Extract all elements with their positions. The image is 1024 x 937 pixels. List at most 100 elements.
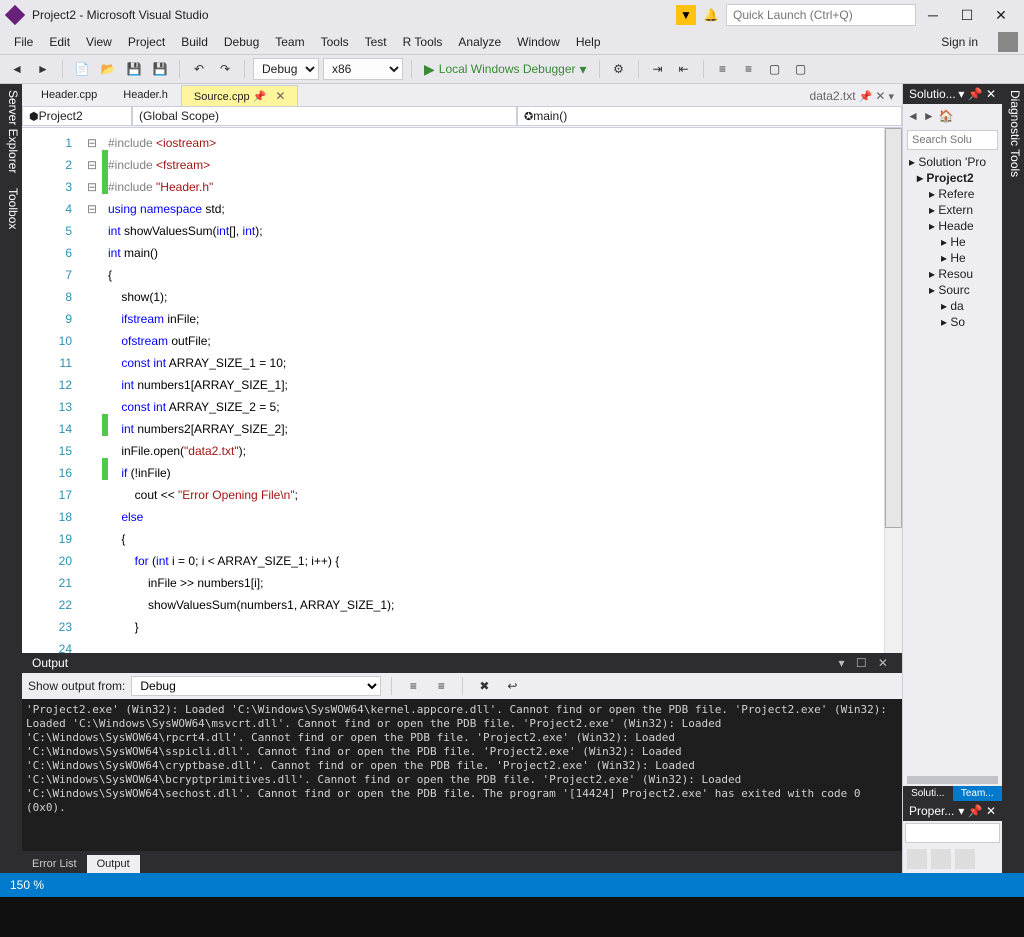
quick-launch-input[interactable] — [726, 4, 916, 26]
output-from-select[interactable]: Debug — [131, 676, 381, 696]
minimize-button[interactable]: ─ — [916, 2, 950, 28]
user-icon[interactable] — [998, 32, 1018, 52]
menu-rtools[interactable]: R Tools — [395, 33, 451, 51]
server-explorer-tab[interactable]: Server Explorer — [6, 90, 20, 173]
menu-test[interactable]: Test — [357, 33, 395, 51]
outdent-icon[interactable]: ≡ — [738, 58, 760, 80]
output-tabs: Error List Output — [22, 851, 902, 873]
search-solution-input[interactable] — [907, 130, 998, 150]
toolbar-btn[interactable]: ⚙ — [608, 58, 630, 80]
menu-help[interactable]: Help — [568, 33, 609, 51]
menu-team[interactable]: Team — [267, 33, 312, 51]
sign-in-link[interactable]: Sign in — [933, 33, 986, 51]
left-tool-strip: Server Explorer Toolbox — [0, 84, 22, 873]
notifications-icon[interactable]: 🔔 — [700, 4, 722, 26]
tree-item[interactable]: ▸ He — [903, 234, 1002, 250]
nav-fwd-icon[interactable]: ► — [923, 109, 935, 123]
tree-item[interactable]: ▸ Extern — [903, 202, 1002, 218]
tree-item[interactable]: ▸ Heade — [903, 218, 1002, 234]
tree-item[interactable]: ▸ Refere — [903, 186, 1002, 202]
menu-view[interactable]: View — [78, 33, 120, 51]
menu-window[interactable]: Window — [509, 33, 568, 51]
nav-fwd-icon[interactable]: ► — [32, 58, 54, 80]
nav-back-icon[interactable]: ◄ — [907, 109, 919, 123]
tree-item[interactable]: ▸ Solution 'Pro — [903, 154, 1002, 170]
alphabetical-icon[interactable] — [931, 849, 951, 869]
tab-data2[interactable]: data2.txt 📌 ✕ ▾ — [802, 86, 902, 106]
document-tabstrip: Header.cppHeader.hSource.cpp 📌 ✕ data2.t… — [22, 84, 902, 106]
project-scope[interactable]: ⬢ Project2 — [22, 106, 132, 126]
tree-item[interactable]: ▸ Resou — [903, 266, 1002, 282]
nav-back-icon[interactable]: ◄ — [6, 58, 28, 80]
comment-icon[interactable]: ▢ — [764, 58, 786, 80]
menu-analyze[interactable]: Analyze — [450, 33, 509, 51]
output-pane: Output▾ ☐ ✕ Show output from: Debug ≡ ≡ … — [22, 653, 902, 873]
menu-project[interactable]: Project — [120, 33, 173, 51]
menu-debug[interactable]: Debug — [216, 33, 267, 51]
tree-item[interactable]: ▸ Sourc — [903, 282, 1002, 298]
output-tool-icon[interactable]: ≡ — [402, 675, 424, 697]
menu-tools[interactable]: Tools — [313, 33, 357, 51]
window-title: Project2 - Microsoft Visual Studio — [32, 8, 676, 22]
redo-icon[interactable]: ↷ — [214, 58, 236, 80]
menu-edit[interactable]: Edit — [41, 33, 78, 51]
scope-left[interactable]: (Global Scope) — [132, 106, 517, 126]
scope-right[interactable]: ✪ main() — [517, 106, 902, 126]
solution-tree[interactable]: ▸ Solution 'Pro▸ Project2▸ Refere▸ Exter… — [903, 152, 1002, 774]
new-project-icon[interactable]: 📄 — [71, 58, 93, 80]
team-tab[interactable]: Team... — [953, 786, 1003, 801]
output-wrap-icon[interactable]: ↩ — [501, 675, 523, 697]
step-into-icon[interactable]: ⇥ — [647, 58, 669, 80]
prop-pages-icon[interactable] — [955, 849, 975, 869]
code-editor[interactable]: 1234567891011121314151617181920212223242… — [22, 128, 902, 653]
save-all-icon[interactable]: 💾 — [149, 58, 171, 80]
horizontal-scrollbar[interactable] — [907, 776, 998, 784]
close-button[interactable]: ✕ — [984, 2, 1018, 28]
categorized-icon[interactable] — [907, 849, 927, 869]
open-icon[interactable]: 📂 — [97, 58, 119, 80]
undo-icon[interactable]: ↶ — [188, 58, 210, 80]
zoom-level[interactable]: 150 % — [10, 878, 44, 892]
properties-title: Proper... — [909, 804, 954, 818]
output-tool-icon[interactable]: ≡ — [430, 675, 452, 697]
tree-item[interactable]: ▸ Project2 — [903, 170, 1002, 186]
tab-source-cpp[interactable]: Source.cpp 📌 ✕ — [181, 85, 299, 106]
platform-select[interactable]: x86 — [323, 58, 403, 80]
solution-explorer-title: Solutio... — [909, 87, 956, 101]
menu-bar: FileEditViewProjectBuildDebugTeamToolsTe… — [0, 30, 1024, 54]
indent-icon[interactable]: ≡ — [712, 58, 734, 80]
solution-tab[interactable]: Soluti... — [903, 786, 953, 801]
save-icon[interactable]: 💾 — [123, 58, 145, 80]
feedback-icon[interactable]: ▼ — [676, 5, 696, 25]
nav-bar: ⬢ Project2 (Global Scope) ✪ main() — [22, 106, 902, 128]
config-select[interactable]: Debug — [253, 58, 319, 80]
maximize-button[interactable]: ☐ — [950, 2, 984, 28]
uncomment-icon[interactable]: ▢ — [790, 58, 812, 80]
tree-item[interactable]: ▸ da — [903, 298, 1002, 314]
panel-controls[interactable]: ▾ 📌 ✕ — [958, 804, 996, 818]
tab-header-h[interactable]: Header.h — [110, 85, 181, 106]
output-text[interactable]: 'Project2.exe' (Win32): Loaded 'C:\Windo… — [22, 699, 902, 851]
panel-controls[interactable]: ▾ 📌 ✕ — [958, 87, 996, 101]
menu-file[interactable]: File — [6, 33, 41, 51]
tree-item[interactable]: ▸ He — [903, 250, 1002, 266]
toolbox-tab[interactable]: Toolbox — [6, 188, 20, 229]
output-pane-controls[interactable]: ▾ ☐ ✕ — [838, 656, 892, 670]
right-tool-strip: Diagnostic Tools — [1002, 84, 1024, 873]
output-title: Output — [32, 656, 68, 670]
tab-error-list[interactable]: Error List — [22, 855, 87, 873]
output-clear-icon[interactable]: ✖ — [473, 675, 495, 697]
output-from-label: Show output from: — [28, 679, 125, 693]
home-icon[interactable]: 🏠 — [939, 109, 954, 123]
overview-ruler[interactable] — [884, 128, 902, 653]
status-bar: 150 % — [0, 873, 1024, 897]
menu-build[interactable]: Build — [173, 33, 216, 51]
vs-logo-icon — [5, 5, 25, 25]
diagnostic-tools-tab[interactable]: Diagnostic Tools — [1008, 90, 1022, 177]
tab-output[interactable]: Output — [87, 855, 140, 873]
start-debug-button[interactable]: ▶ Local Windows Debugger ▾ — [420, 61, 591, 78]
step-over-icon[interactable]: ⇤ — [673, 58, 695, 80]
tab-header-cpp[interactable]: Header.cpp — [28, 85, 110, 106]
tree-item[interactable]: ▸ So — [903, 314, 1002, 330]
properties-object-select[interactable] — [905, 823, 1000, 843]
